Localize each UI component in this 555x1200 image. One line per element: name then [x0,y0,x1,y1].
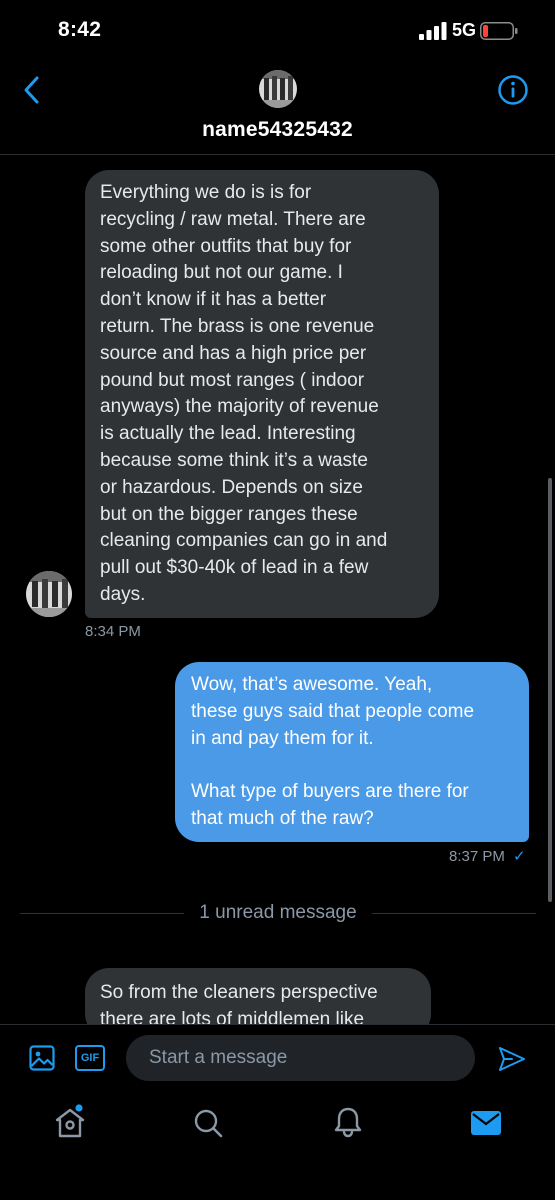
scrollbar[interactable] [548,478,552,902]
header-avatar[interactable] [259,70,297,108]
divider-line [20,913,184,914]
cellular-signal-icon [419,22,447,40]
conversation-username[interactable]: name54325432 [0,118,555,142]
unread-divider: 1 unread message [199,902,357,923]
envelope-icon[interactable] [471,1108,501,1138]
sender-avatar[interactable] [26,571,72,617]
outgoing-message[interactable]: Wow, that’s awesome. Yeah, these guys sa… [175,662,529,842]
message-timestamp: 8:37 PM [449,848,505,865]
back-button[interactable] [20,75,44,105]
divider-line [372,913,536,914]
search-icon[interactable] [193,1108,223,1138]
avatar-image [259,70,297,108]
send-icon[interactable] [498,1046,526,1072]
bell-icon[interactable] [333,1106,363,1138]
home-icon[interactable] [54,1104,86,1140]
message-input[interactable] [126,1035,475,1081]
network-type: 5G [452,20,477,40]
read-receipt-icon: ✓ [513,848,526,865]
status-time: 8:42 [58,18,102,41]
avatar-image [26,571,72,617]
battery-icon [480,22,518,40]
header-divider [0,154,555,155]
image-icon[interactable] [29,1045,55,1071]
incoming-message[interactable]: Everything we do is is for recycling / r… [85,170,439,618]
gif-button[interactable]: GIF [75,1045,105,1071]
message-timestamp: 8:34 PM [85,623,141,640]
info-button[interactable] [497,74,529,106]
